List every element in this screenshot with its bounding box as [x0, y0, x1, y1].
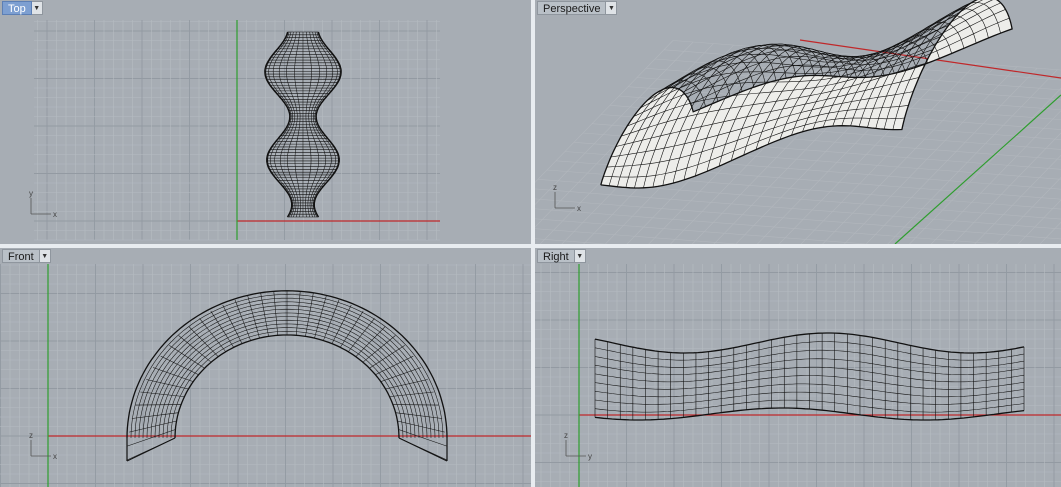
viewport-right[interactable]: Right ▼ yz	[535, 248, 1061, 487]
viewport-perspective-header[interactable]: Perspective ▼	[537, 1, 618, 15]
arch-radial-line	[362, 335, 396, 363]
arch-radial-line	[398, 429, 447, 447]
axis-icon-horizontal-label: x	[53, 210, 57, 219]
viewport-right-header[interactable]: Right ▼	[537, 249, 586, 263]
arch-foot-line	[398, 437, 448, 462]
arch-radial-line	[135, 404, 182, 406]
strip-horizontal-line	[594, 407, 1025, 421]
arch-radial-line	[210, 311, 234, 348]
y-axis-line	[894, 94, 1061, 244]
viewport-front[interactable]: Front ▼ xz	[0, 248, 531, 487]
arch-radial-line	[178, 335, 212, 363]
viewport-top-header[interactable]: Top ▼	[2, 1, 43, 15]
ground-grid-line	[535, 188, 1061, 230]
axis-icon-vertical-label: y	[29, 189, 33, 198]
viewport-right-title[interactable]: Right	[537, 249, 575, 263]
axis-icon-vertical-label: z	[564, 431, 568, 440]
axis-icon-horizontal-label: y	[588, 452, 592, 461]
right-view-canvas[interactable]: yz	[535, 248, 1061, 487]
ground-grid-line	[995, 177, 1061, 244]
ground-grid-line	[1039, 221, 1061, 244]
ground-grid-line	[535, 198, 1061, 240]
viewport-top-title[interactable]: Top	[2, 1, 32, 15]
axis-icon-vertical-label: z	[553, 183, 557, 192]
ground-grid-line	[535, 228, 741, 244]
arch-radial-line	[127, 429, 176, 447]
ground-grid-line	[535, 218, 871, 244]
dropdown-arrow-icon[interactable]: ▼	[39, 249, 51, 263]
front-view-canvas[interactable]: xz	[0, 248, 531, 487]
top-view-canvas[interactable]: xy	[0, 0, 531, 244]
viewport-perspective[interactable]: Perspective ▼ xz	[535, 0, 1061, 244]
arch-foot-line	[126, 437, 176, 462]
viewport-perspective-title[interactable]: Perspective	[537, 1, 607, 15]
dropdown-arrow-icon[interactable]: ▼	[31, 1, 43, 15]
dropdown-arrow-icon[interactable]: ▼	[606, 1, 618, 15]
viewport-front-header[interactable]: Front ▼	[2, 249, 51, 263]
perspective-view-canvas[interactable]: xz	[535, 0, 1061, 244]
axis-icon-horizontal-label: x	[577, 204, 581, 213]
viewport-front-title[interactable]: Front	[2, 249, 40, 263]
viewport-top[interactable]: Top ▼ xy	[0, 0, 531, 244]
dropdown-arrow-icon[interactable]: ▼	[574, 249, 586, 263]
axis-icon-horizontal-label: x	[53, 452, 57, 461]
axis-icon-vertical-label: z	[29, 431, 33, 440]
arch-radial-line	[395, 412, 443, 419]
